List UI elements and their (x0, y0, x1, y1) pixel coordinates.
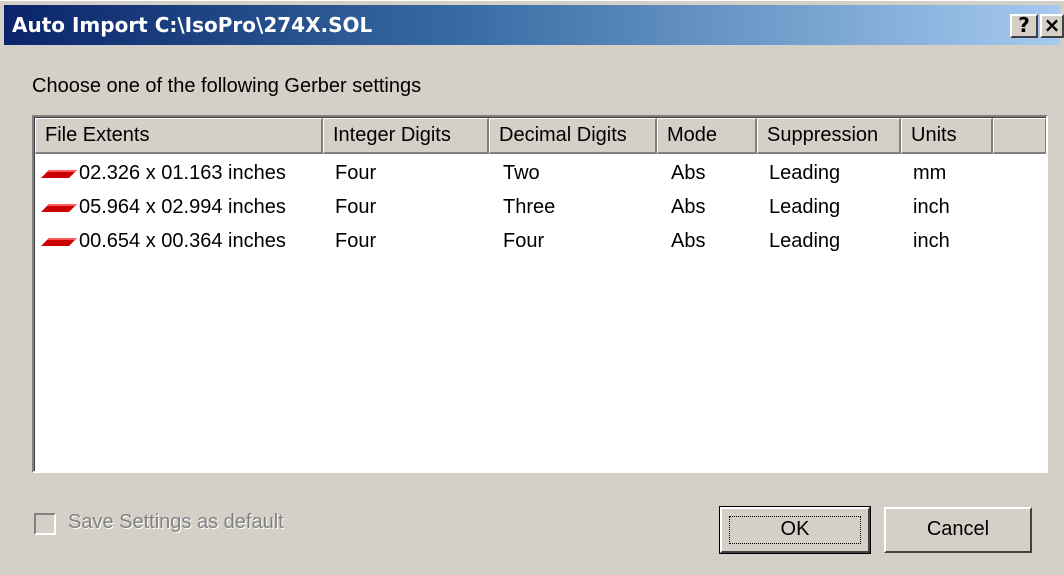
cell-integer-digits: Four (335, 162, 377, 184)
cell-units: inch (913, 230, 950, 252)
close-button[interactable]: × (1040, 14, 1064, 38)
cell-mode: Abs (671, 230, 706, 252)
column-header-filler (993, 118, 1046, 154)
cell-decimal-digits: Two (503, 162, 540, 184)
window-title: Auto Import C:\IsoPro\274X.SOL (12, 13, 373, 37)
gerber-settings-list[interactable]: File Extents Integer Digits Decimal Digi… (32, 115, 1048, 473)
cell-decimal-digits: Three (503, 196, 556, 218)
column-header-mode[interactable]: Mode (657, 118, 757, 154)
title-bar[interactable]: Auto Import C:\IsoPro\274X.SOL ? × (4, 5, 1064, 45)
cell-units: inch (913, 196, 950, 218)
cell-suppression: Leading (769, 196, 841, 218)
column-header-decimal-digits[interactable]: Decimal Digits (489, 118, 657, 154)
cell-decimal-digits: Four (503, 230, 545, 252)
cancel-button[interactable]: Cancel (884, 507, 1032, 553)
cell-file-extents: 00.654 x 00.364 inches (79, 230, 286, 252)
cell-suppression: Leading (769, 230, 841, 252)
table-row[interactable]: 02.326 x 01.163 inches Four Two Abs Lead… (35, 156, 1046, 190)
gerber-layer-icon (41, 238, 77, 246)
column-header-suppression[interactable]: Suppression (757, 118, 901, 154)
column-header-file-extents[interactable]: File Extents (35, 118, 323, 154)
table-row[interactable]: 05.964 x 02.994 inches Four Three Abs Le… (35, 190, 1046, 224)
cell-mode: Abs (671, 162, 706, 184)
cancel-button-label: Cancel (926, 518, 990, 540)
auto-import-dialog: Auto Import C:\IsoPro\274X.SOL ? × Choos… (0, 0, 1064, 575)
cell-suppression: Leading (769, 162, 841, 184)
table-row[interactable]: 00.654 x 00.364 inches Four Four Abs Lea… (35, 224, 1046, 258)
column-header-integer-digits[interactable]: Integer Digits (323, 118, 489, 154)
prompt-text: Choose one of the following Gerber setti… (32, 75, 422, 97)
ok-button[interactable]: OK (719, 506, 871, 554)
save-default-label: Save Settings as default (68, 511, 284, 533)
cell-units: mm (913, 162, 947, 184)
focus-rectangle (729, 516, 861, 544)
save-default-checkbox[interactable] (34, 513, 56, 535)
help-button[interactable]: ? (1010, 14, 1038, 38)
cell-file-extents: 02.326 x 01.163 inches (79, 162, 286, 184)
cell-integer-digits: Four (335, 196, 377, 218)
cell-mode: Abs (671, 196, 706, 218)
gerber-layer-icon (41, 204, 77, 212)
cell-file-extents: 05.964 x 02.994 inches (79, 196, 286, 218)
cell-integer-digits: Four (335, 230, 377, 252)
column-header-units[interactable]: Units (901, 118, 993, 154)
gerber-layer-icon (41, 170, 77, 178)
list-header: File Extents Integer Digits Decimal Digi… (35, 118, 1046, 154)
